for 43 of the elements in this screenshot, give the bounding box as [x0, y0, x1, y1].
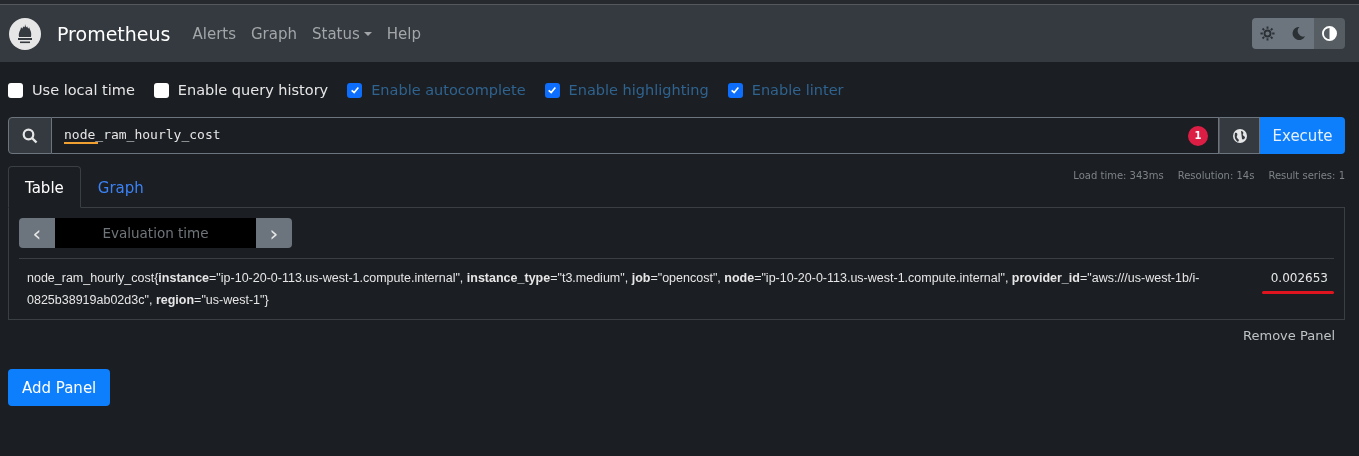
metrics-explorer-button[interactable] [1219, 117, 1260, 154]
lint-badge: 1 [1188, 125, 1208, 146]
sun-icon [1260, 26, 1275, 41]
stat-text: Resolution: 14s [1177, 170, 1255, 181]
nav-link[interactable]: Graph [251, 24, 297, 43]
auto-theme-button[interactable] [1314, 18, 1345, 49]
search-icon [8, 117, 52, 154]
execute-button[interactable]: Execute [1260, 117, 1345, 154]
stat-text: Load time: 343ms [1073, 170, 1164, 181]
next-button[interactable]: › [256, 218, 292, 248]
globe-icon [1231, 127, 1248, 144]
tab[interactable]: Table [8, 166, 81, 208]
stat-text: Result series: 1 [1268, 170, 1345, 181]
half-circle-icon [1322, 26, 1337, 41]
flame-logo-icon[interactable] [9, 17, 41, 50]
checkbox[interactable] [727, 82, 743, 98]
checkbox-label: Enable linter [751, 82, 844, 98]
checkbox[interactable] [347, 82, 363, 98]
light-theme-button[interactable] [1252, 18, 1283, 49]
brand-link[interactable]: Prometheus [57, 22, 171, 45]
checkbox[interactable] [544, 82, 560, 98]
nav-link[interactable]: Status [312, 24, 372, 43]
add-panel-button[interactable]: Add Panel [8, 369, 111, 406]
tab[interactable]: Graph [80, 166, 161, 208]
checkbox[interactable] [8, 82, 23, 98]
nav-link[interactable]: Alerts [192, 24, 236, 43]
series-value: 0.002653 [1270, 270, 1328, 287]
checkbox-label: Enable query history [177, 82, 329, 98]
evaluation-time-input[interactable]: Evaluation time [55, 218, 256, 248]
moon-icon [1291, 26, 1306, 41]
dark-theme-button[interactable] [1283, 18, 1314, 49]
previous-button[interactable]: ‹ [19, 218, 55, 248]
remove-panel-link[interactable]: Remove Panel [1243, 328, 1335, 343]
checkbox-label: Enable autocomplete [371, 82, 526, 98]
check-icon [730, 85, 741, 95]
checkbox-label: Use local time [32, 82, 135, 98]
check-icon [349, 85, 360, 95]
series-label: node_ram_hourly_cost{instance="ip-10-20-0-113.us-west-1.compute.internal", instance_type="t3.medium", job="opencost", node="ip-10-20-0-113.us-west-1.compute.internal", provider_id="aws:///us-west-1b/i-0825b38919ab02d3c", region="us-west-1"} [26, 270, 1201, 309]
check-icon [547, 85, 558, 95]
checkbox[interactable] [153, 82, 169, 98]
nav-link[interactable]: Help [386, 24, 422, 43]
checkbox-label: Enable highlighting [568, 82, 709, 98]
query-input[interactable]: node_ram_hourly_cost 1 [52, 117, 1219, 154]
